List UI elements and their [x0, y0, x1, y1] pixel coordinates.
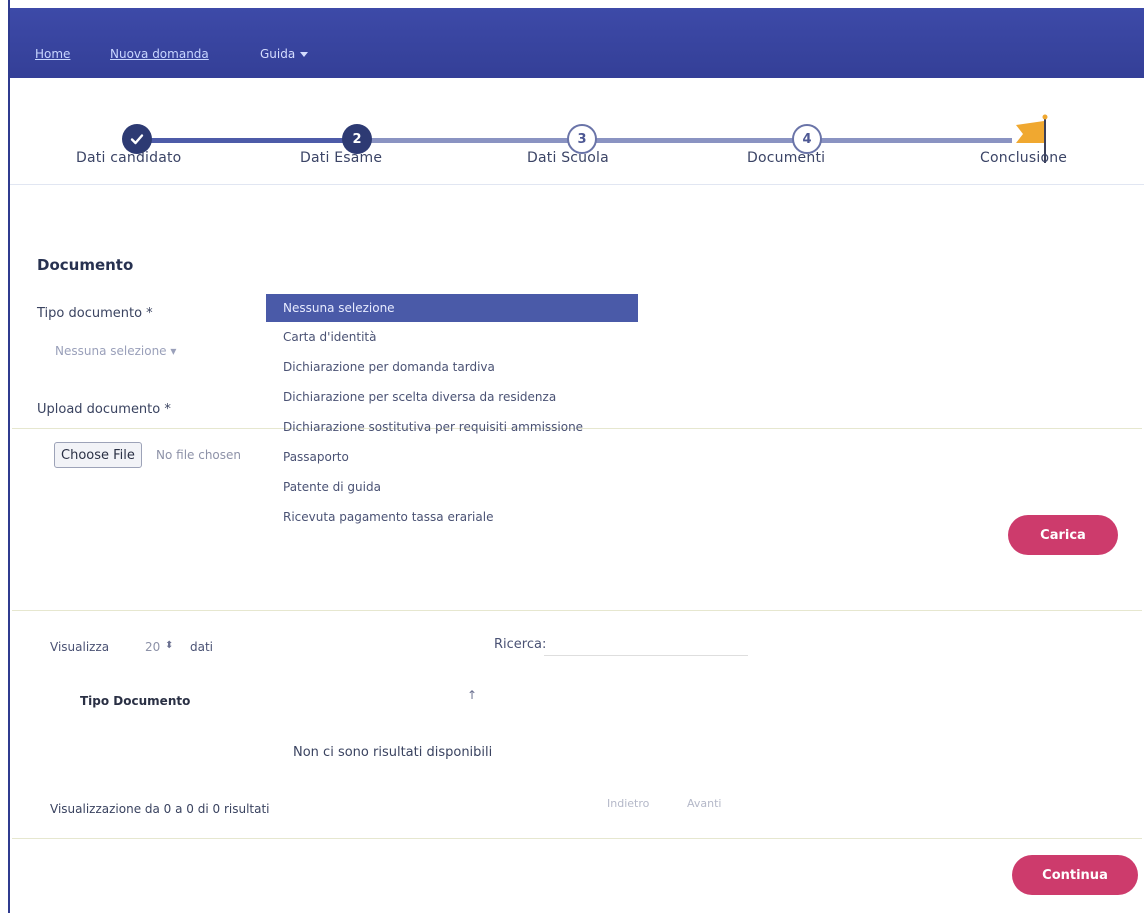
- top-navigation-bar: Home Nuova domanda Guida: [10, 8, 1144, 78]
- search-label: Ricerca:: [494, 637, 547, 652]
- previous-page-link[interactable]: Indietro: [607, 797, 649, 810]
- dropdown-option[interactable]: Ricevuta pagamento tassa erariale: [266, 502, 638, 532]
- nav-guide-menu[interactable]: Guida: [260, 47, 309, 61]
- step-5-label: Conclusione: [980, 150, 1068, 166]
- check-icon: [130, 134, 144, 145]
- document-type-label: Tipo documento *: [37, 306, 153, 321]
- nav-guide-label: Guida: [260, 47, 296, 61]
- choose-file-button[interactable]: Choose File: [54, 442, 142, 468]
- nav-new-application-link[interactable]: Nuova domanda: [110, 47, 209, 61]
- dropdown-option[interactable]: Dichiarazione sostitutiva per requisiti …: [266, 412, 638, 442]
- step-connector-1: [137, 138, 357, 143]
- empty-table-message: Non ci sono risultati disponibili: [293, 745, 493, 760]
- dropdown-option[interactable]: Dichiarazione per domanda tardiva: [266, 352, 638, 382]
- step-1-label: Dati candidato: [76, 150, 182, 166]
- dropdown-option[interactable]: Passaporto: [266, 442, 638, 472]
- select-arrow-icon: ▾: [170, 344, 177, 358]
- upload-button[interactable]: Carica: [1008, 515, 1118, 555]
- sort-arrow-icon[interactable]: ↑: [467, 688, 477, 702]
- step-4-label: Documenti: [747, 150, 826, 166]
- page-size-label: Visualizza: [50, 640, 110, 654]
- header-divider: [10, 184, 1144, 185]
- step-connector-2: [357, 138, 577, 143]
- column-header-document-type[interactable]: Tipo Documento: [80, 694, 190, 708]
- step-connector-3: [577, 138, 807, 143]
- step-2-label: Dati Esame: [300, 150, 383, 166]
- document-type-select[interactable]: Nessuna selezione ▾: [55, 344, 176, 358]
- continue-button[interactable]: Continua: [1012, 855, 1138, 895]
- dropdown-option[interactable]: Carta d'identità: [266, 322, 638, 352]
- divider-line: [12, 838, 1142, 839]
- page-size-arrow-icon: ⬍: [165, 640, 174, 651]
- caret-down-icon: [300, 52, 309, 57]
- next-page-link[interactable]: Avanti: [687, 797, 721, 810]
- divider-line: [12, 610, 1142, 611]
- dropdown-option[interactable]: Nessuna selezione: [266, 294, 638, 322]
- document-type-dropdown: Nessuna selezione Carta d'identità Dichi…: [266, 294, 638, 532]
- section-title: Documento: [37, 256, 134, 274]
- step-3-label: Dati Scuola: [527, 150, 609, 166]
- results-summary: Visualizzazione da 0 a 0 di 0 risultati: [50, 802, 270, 816]
- step-connector-4: [807, 138, 1012, 143]
- document-type-placeholder: Nessuna selezione: [55, 344, 167, 358]
- page-size-suffix: dati: [190, 640, 214, 654]
- window-left-edge: [8, 0, 10, 913]
- dropdown-option[interactable]: Dichiarazione per scelta diversa da resi…: [266, 382, 638, 412]
- dropdown-option[interactable]: Patente di guida: [266, 472, 638, 502]
- file-status-text: No file chosen: [156, 448, 242, 462]
- upload-document-label: Upload documento *: [37, 402, 171, 417]
- nav-home-link[interactable]: Home: [35, 47, 70, 61]
- search-input[interactable]: [544, 633, 748, 656]
- page-size-select[interactable]: 20: [145, 640, 160, 654]
